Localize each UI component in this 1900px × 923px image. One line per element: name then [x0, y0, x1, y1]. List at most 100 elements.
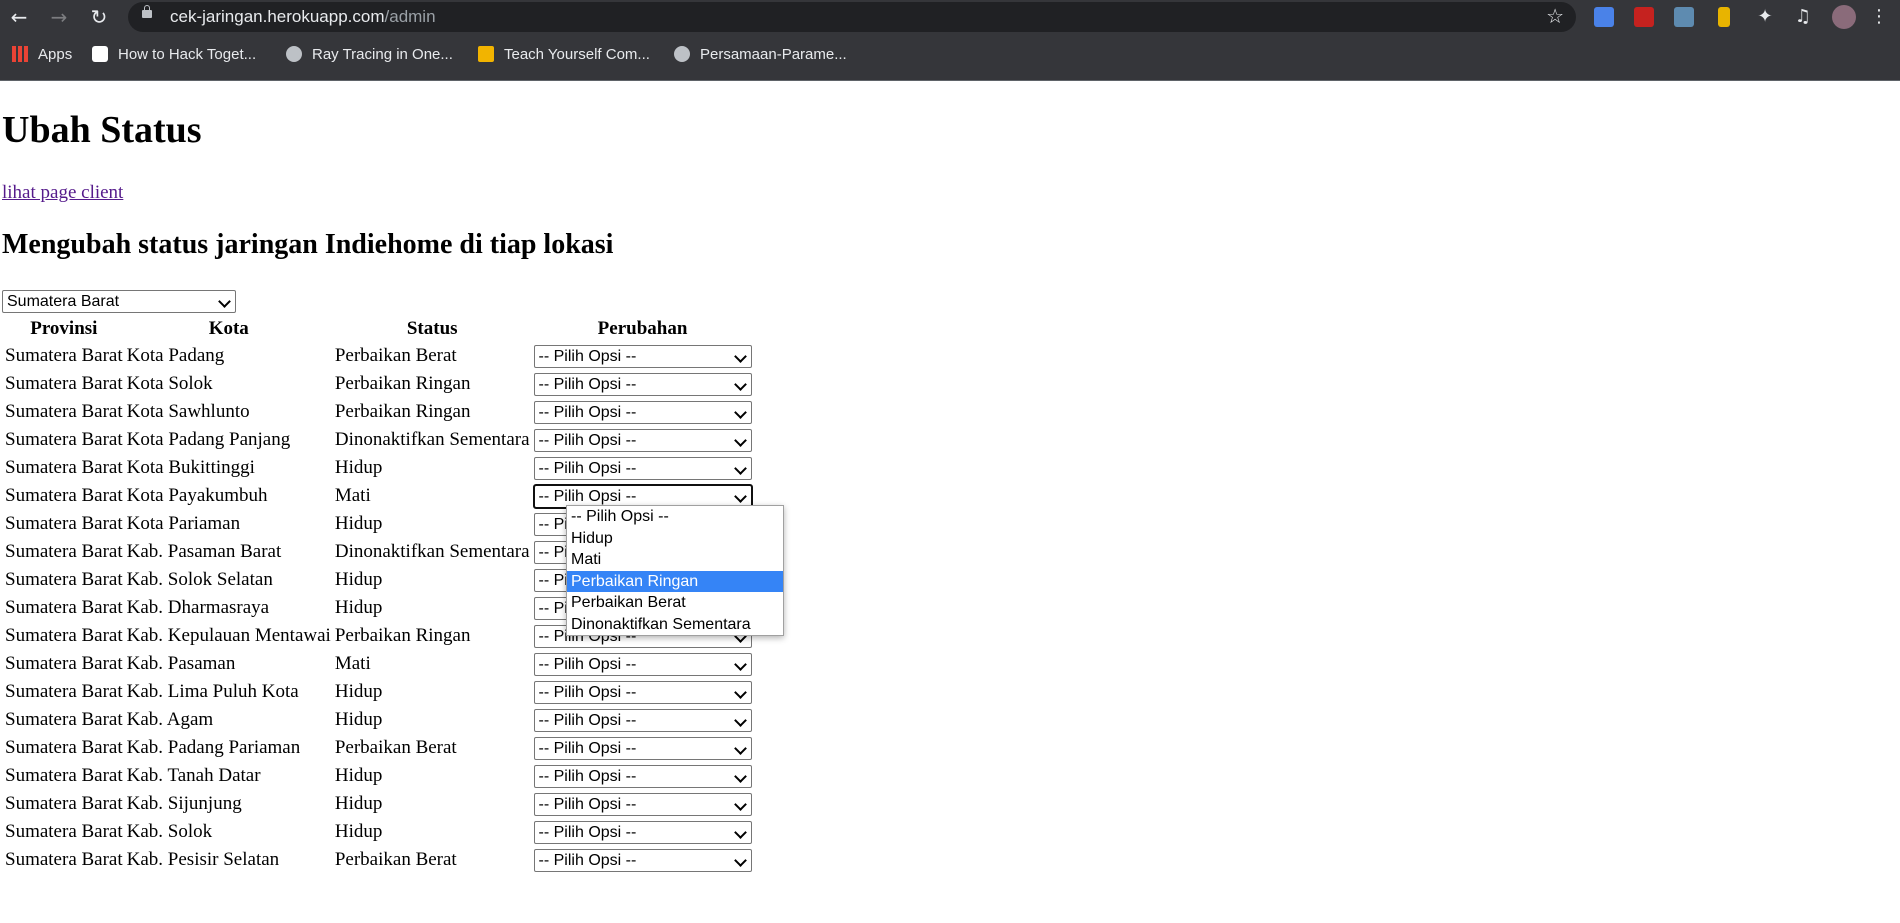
chevron-down-icon [733, 713, 747, 727]
chevron-down-icon [733, 405, 747, 419]
status-change-select[interactable]: -- Pilih Opsi -- [533, 820, 752, 844]
extensions-puzzle-icon[interactable]: ✦ [1752, 4, 1778, 30]
cell-perubahan: -- Pilih Opsi -- [533, 371, 753, 397]
dropdown-option[interactable]: -- Pilih Opsi -- [567, 506, 783, 528]
bookmark-label: Ray Tracing in One... [312, 46, 453, 63]
cell-kota: Kota Sawhlunto [126, 401, 250, 422]
cell-status: Perbaikan Ringan [334, 373, 471, 394]
bookmark-star-icon[interactable]: ☆ [1546, 4, 1564, 28]
province-select[interactable]: Sumatera Barat [2, 290, 236, 313]
chevron-down-icon [733, 377, 747, 391]
bookmarks-bar: Apps How to Hack Toget... Ray Tracing in… [0, 34, 1900, 81]
menu-kebab-icon[interactable]: ⋮ [1866, 4, 1892, 30]
cell-provinsi: Sumatera Barat [5, 709, 123, 730]
status-change-select[interactable]: -- Pilih Opsi -- [533, 708, 752, 732]
cell-status: Hidup [334, 513, 383, 534]
cell-provinsi: Sumatera Barat [5, 485, 123, 506]
header-kota: Kota [208, 318, 249, 339]
cell-provinsi: Sumatera Barat [5, 457, 123, 478]
bookmark-apps[interactable]: Apps [12, 46, 72, 66]
status-change-select-value: -- Pilih Opsi -- [538, 459, 637, 477]
cell-status: Hidup [334, 821, 383, 842]
chevron-down-icon [733, 433, 747, 447]
bookmark-hack[interactable]: How to Hack Toget... [92, 46, 256, 66]
cell-provinsi: Sumatera Barat [5, 429, 123, 450]
status-change-select-value: -- Pilih Opsi -- [538, 767, 637, 785]
cell-provinsi: Sumatera Barat [5, 569, 123, 590]
cell-kota: Kab. Pasaman [126, 653, 236, 674]
cell-status: Hidup [334, 709, 383, 730]
profile-avatar[interactable] [1832, 5, 1856, 29]
cell-kota: Kab. Pesisir Selatan [126, 849, 280, 870]
cell-status: Perbaikan Berat [334, 849, 457, 870]
dropdown-option[interactable]: Dinonaktifkan Sementara [567, 614, 783, 636]
cell-provinsi: Sumatera Barat [5, 625, 123, 646]
table-row: Sumatera Barat Kota Solok Perbaikan Ringan… [4, 371, 753, 397]
cell-perubahan: -- Pilih Opsi -- [533, 791, 753, 817]
dropdown-option[interactable]: Perbaikan Berat [567, 592, 783, 614]
chevron-down-icon [733, 825, 747, 839]
table-row: Sumatera Barat Kab. Padang Pariaman Perbai… [4, 735, 753, 761]
url-path: /admin [384, 7, 436, 26]
cell-status: Perbaikan Berat [334, 737, 457, 758]
cell-provinsi: Sumatera Barat [5, 765, 123, 786]
status-change-select[interactable]: -- Pilih Opsi -- [533, 792, 752, 816]
cell-provinsi: Sumatera Barat [5, 793, 123, 814]
cell-status: Mati [334, 653, 371, 674]
status-change-select[interactable]: -- Pilih Opsi -- [533, 456, 752, 480]
reload-icon[interactable]: ↻ [86, 4, 112, 30]
translate-extension-icon[interactable] [1594, 7, 1614, 27]
marker-extension-icon[interactable] [1718, 7, 1730, 27]
cell-perubahan: -- Pilih Opsi -- [533, 399, 753, 425]
globe-icon [674, 46, 690, 62]
back-arrow-icon[interactable]: ← [6, 4, 32, 30]
media-control-icon[interactable]: ♫ [1790, 4, 1816, 30]
table-row: Sumatera Barat Kota Padang Perbaikan Berat… [4, 343, 753, 369]
status-change-select[interactable]: -- Pilih Opsi -- [533, 764, 752, 788]
dropdown-option[interactable]: Hidup [567, 528, 783, 550]
cell-kota: Kota Payakumbuh [126, 485, 268, 506]
status-change-select-value: -- Pilih Opsi -- [538, 403, 637, 421]
cell-kota: Kab. Kepulauan Mentawai [126, 625, 331, 646]
cell-perubahan: -- Pilih Opsi -- [533, 651, 753, 677]
dropdown-option[interactable]: Mati [567, 549, 783, 571]
status-change-select[interactable]: -- Pilih Opsi -- [533, 344, 752, 368]
status-change-select[interactable]: -- Pilih Opsi -- [533, 736, 752, 760]
qr-extension-icon[interactable] [1674, 7, 1694, 27]
client-page-link[interactable]: lihat page client [2, 182, 123, 204]
status-change-select[interactable]: -- Pilih Opsi -- [533, 400, 752, 424]
status-change-select[interactable]: -- Pilih Opsi -- [533, 652, 752, 676]
cell-status: Perbaikan Ringan [334, 401, 471, 422]
cell-kota: Kab. Solok [126, 821, 213, 842]
bookmark-teach-yourself[interactable]: Teach Yourself Com... [478, 46, 650, 66]
status-change-select[interactable]: -- Pilih Opsi -- [533, 848, 752, 872]
dropdown-option[interactable]: Perbaikan Ringan [567, 570, 783, 592]
table-row: Sumatera Barat Kab. Tanah Datar Hidup -- Pi… [4, 763, 753, 789]
status-change-select-value: -- Pilih Opsi -- [538, 487, 637, 505]
cell-status: Perbaikan Ringan [334, 625, 471, 646]
chevron-down-icon [218, 295, 231, 308]
header-provinsi: Provinsi [30, 318, 98, 339]
status-change-select[interactable]: -- Pilih Opsi -- [533, 372, 752, 396]
address-bar[interactable]: cek-jaringan.herokuapp.com/admin ☆ [128, 2, 1576, 32]
cell-perubahan: -- Pilih Opsi -- [533, 763, 753, 789]
bookmark-label: How to Hack Toget... [118, 46, 257, 63]
cell-provinsi: Sumatera Barat [5, 401, 123, 422]
table-row: Sumatera Barat Kab. Sijunjung Hidup -- Pili… [4, 791, 753, 817]
status-change-select[interactable]: -- Pilih Opsi -- [533, 680, 752, 704]
cell-kota: Kota Pariaman [126, 513, 241, 534]
page-content: Ubah Status lihat page client Mengubah s… [0, 81, 1900, 923]
cell-kota: Kab. Dharmasraya [126, 597, 270, 618]
cell-perubahan: -- Pilih Opsi -- [533, 455, 753, 481]
status-change-select-value: -- Pilih Opsi -- [538, 375, 637, 393]
bookmark-label: Persamaan-Parame... [700, 46, 847, 63]
video-extension-icon[interactable] [1634, 7, 1654, 27]
cell-provinsi: Sumatera Barat [5, 681, 123, 702]
header-perubahan: Perubahan [597, 318, 688, 339]
bookmark-persamaan[interactable]: Persamaan-Parame... [674, 46, 847, 66]
cell-provinsi: Sumatera Barat [5, 597, 123, 618]
bookmark-ray-tracing[interactable]: Ray Tracing in One... [286, 46, 453, 66]
status-change-select[interactable]: -- Pilih Opsi -- [533, 428, 752, 452]
forward-arrow-icon[interactable]: → [46, 4, 72, 30]
cell-kota: Kab. Agam [126, 709, 214, 730]
